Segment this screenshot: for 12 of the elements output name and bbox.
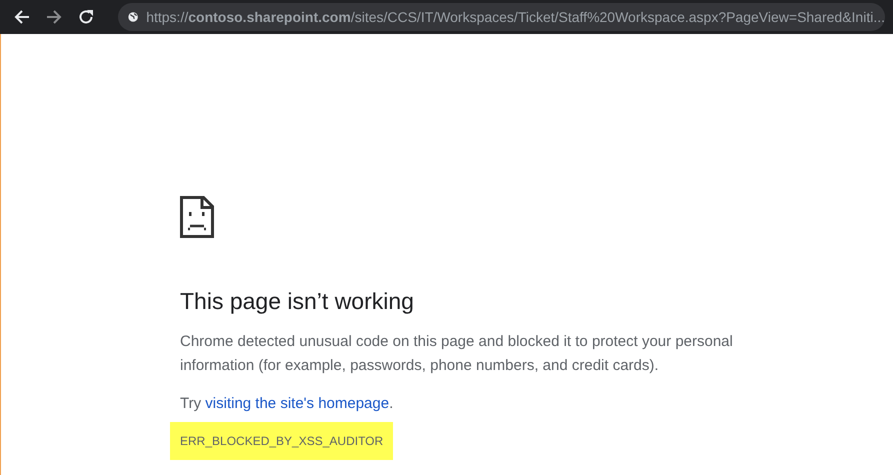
reload-icon xyxy=(78,9,94,25)
back-arrow-icon xyxy=(14,9,30,25)
error-heading: This page isn’t working xyxy=(180,287,414,316)
url-text: https://contoso.sharepoint.com/sites/CCS/IT/Workspaces/Ticket/Staff%20Workspace.aspx?PageView=Shared&Initi... xyxy=(146,8,885,27)
homepage-link[interactable]: visiting the site's homepage xyxy=(205,395,390,412)
forward-arrow-icon xyxy=(46,9,62,25)
suggestion-text: Try visiting the site's homepage. xyxy=(180,394,394,414)
sad-page-icon xyxy=(180,196,214,238)
address-bar[interactable]: https://contoso.sharepoint.com/sites/CCS/IT/Workspaces/Ticket/Staff%20Workspace.aspx?PageView=Shared&Initi... xyxy=(118,3,885,31)
error-code: ERR_BLOCKED_BY_XSS_AUDITOR xyxy=(170,422,394,460)
globe-icon xyxy=(128,10,138,24)
error-message: Chrome detected unusual code on this page and blocked it to protect your personal information (for example, passwords, phone numbers, and credit cards). xyxy=(180,332,734,376)
